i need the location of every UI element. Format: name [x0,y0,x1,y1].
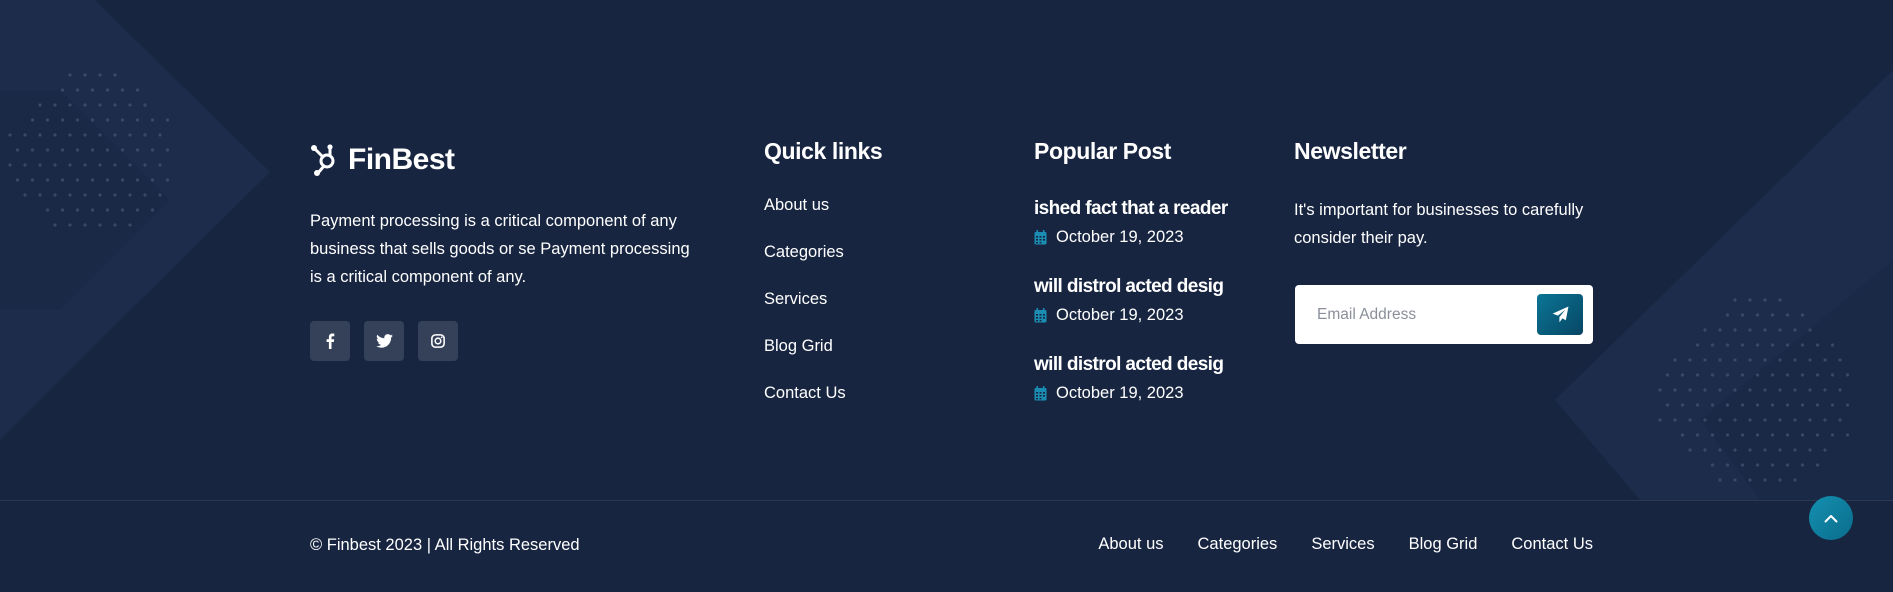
newsletter-title: Newsletter [1294,138,1407,164]
post-date: October 19, 2023 [1034,228,1228,247]
newsletter-description: It's important for businesses to careful… [1294,201,1584,247]
calendar-icon [1034,386,1047,401]
post-date-text: October 19, 2023 [1056,384,1184,402]
newsletter-form [1295,285,1593,344]
post-date-text: October 19, 2023 [1056,228,1184,246]
post-title[interactable]: ished fact that a reader [1034,198,1228,220]
social-links [310,321,458,361]
facebook-icon [326,333,335,349]
quick-links-title: Quick links [764,138,883,164]
post-title[interactable]: will distrol acted desig [1034,276,1224,298]
about-description: Payment processing is a critical compone… [310,212,690,286]
quick-link-about[interactable]: About us [764,196,846,243]
hub-network-icon [311,144,335,176]
brand-name: FinBest [348,143,455,176]
email-field[interactable] [1315,295,1529,335]
twitter-icon [375,334,393,348]
calendar-icon [1034,230,1047,245]
quick-link-contact[interactable]: Contact Us [764,384,846,431]
footer-link-about[interactable]: About us [1098,535,1163,554]
footer-main: FinBest Payment processing is a critical… [0,0,1893,500]
copyright-text: © Finbest 2023 | All Rights Reserved [310,536,580,554]
calendar-icon [1034,308,1047,323]
quick-links-list: About us Categories Services Blog Grid C… [764,196,846,431]
quick-link-blog-grid[interactable]: Blog Grid [764,337,846,384]
post-date: October 19, 2023 [1034,384,1223,403]
post-date: October 19, 2023 [1034,306,1223,325]
facebook-button[interactable] [310,321,350,361]
post-date-text: October 19, 2023 [1056,306,1184,324]
footer-link-contact[interactable]: Contact Us [1511,535,1593,554]
chevron-up-icon [1824,514,1838,522]
instagram-icon [431,334,445,348]
scroll-to-top-button[interactable] [1809,496,1853,540]
footer-link-blog-grid[interactable]: Blog Grid [1409,535,1478,554]
post-item: ished fact that a reader October 19, 202… [1034,198,1228,247]
footer-brand[interactable]: FinBest [310,143,455,177]
footer-link-categories[interactable]: Categories [1198,535,1278,554]
post-item: will distrol acted desig October 19, 202… [1034,276,1224,325]
instagram-button[interactable] [418,321,458,361]
post-item: will distrol acted desig October 19, 202… [1034,354,1224,403]
footer-divider [0,500,1893,501]
footer-link-services[interactable]: Services [1311,535,1374,554]
paper-plane-icon [1552,306,1568,323]
footer-bottom-nav: About us Categories Services Blog Grid C… [1098,535,1593,554]
post-title[interactable]: will distrol acted desig [1034,354,1224,376]
popular-post-title: Popular Post [1034,138,1172,164]
quick-link-categories[interactable]: Categories [764,243,846,290]
quick-link-services[interactable]: Services [764,290,846,337]
twitter-button[interactable] [364,321,404,361]
newsletter-submit-button[interactable] [1537,294,1583,335]
